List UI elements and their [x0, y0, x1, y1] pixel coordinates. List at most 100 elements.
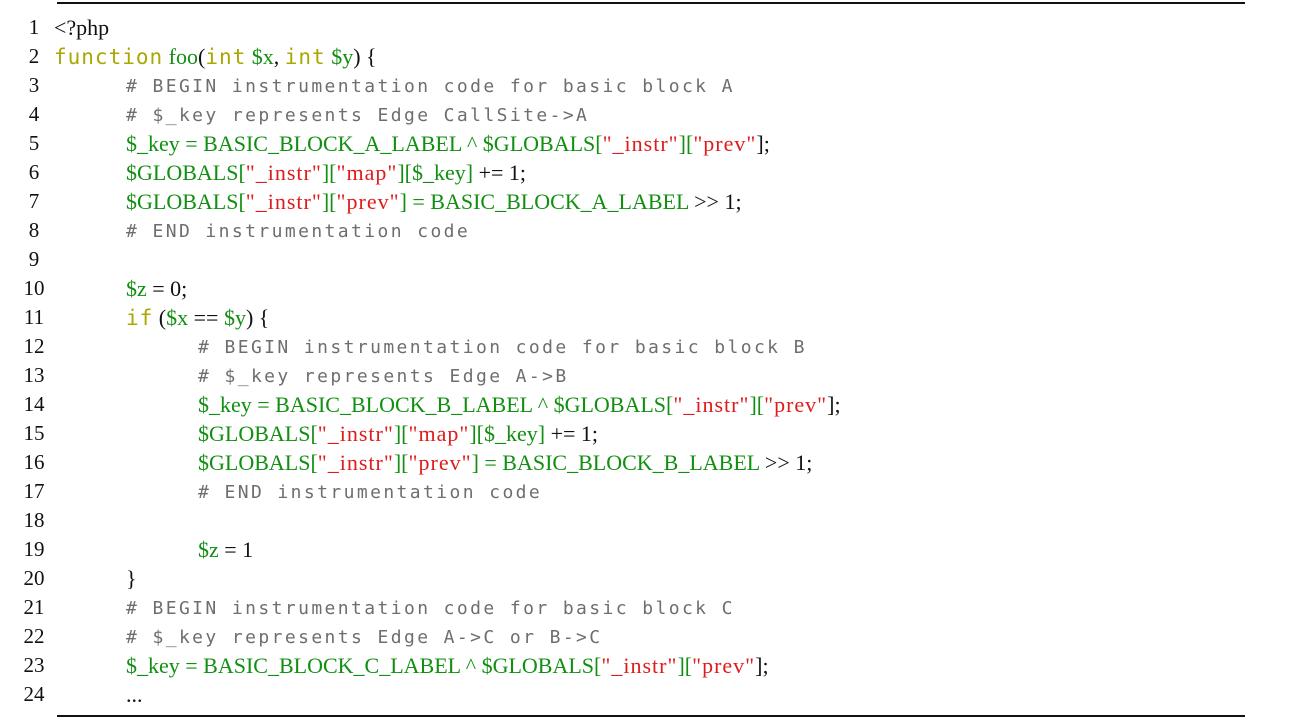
line-number: 1 — [28, 15, 40, 39]
string-token: "prev" — [336, 188, 400, 214]
code-line: 2 function foo(int $x, int $y) { — [18, 42, 841, 71]
code-token: ) { — [245, 304, 270, 330]
code-line: 17 # END instrumentation code — [18, 477, 841, 506]
string-token: "_instr" — [673, 391, 750, 417]
variable-token: $_key = BASIC_BLOCK_C_LABEL ^ $GLOBALS[ — [126, 652, 602, 678]
code-line: 14 $_key = BASIC_BLOCK_B_LABEL ^ $GLOBALS… — [18, 390, 841, 419]
comment-token: # END instrumentation code — [198, 481, 543, 503]
line-number: 21 — [23, 595, 45, 619]
code-text: } — [122, 564, 137, 594]
code-token: += 1; — [473, 159, 527, 185]
string-token: "_instr" — [317, 449, 394, 475]
code-token: ... — [126, 681, 143, 707]
code-text: # END instrumentation code — [194, 477, 542, 507]
line-number: 6 — [28, 160, 40, 184]
line-number: 22 — [23, 624, 45, 648]
code-text: # BEGIN instrumentation code for basic b… — [122, 593, 735, 623]
comment-token: # BEGIN instrumentation code for basic b… — [126, 75, 735, 97]
line-number: 24 — [23, 682, 45, 706]
code-line: 4 # $_key represents Edge CallSite->A — [18, 100, 841, 129]
line-number: 12 — [23, 334, 45, 358]
code-text: # $_key represents Edge A->B — [194, 361, 569, 391]
code-text: function foo(int $x, int $y) { — [50, 42, 377, 72]
code-text: $GLOBALS["_instr"]["map"][$_key] += 1; — [194, 419, 598, 449]
line-number: 8 — [28, 218, 40, 242]
code-token: >> 1; — [688, 188, 742, 214]
comment-token: # END instrumentation code — [126, 220, 471, 242]
code-token: += 1; — [545, 420, 599, 446]
code-token: <?php — [54, 14, 110, 40]
code-line: 16 $GLOBALS["_instr"]["prev"] = BASIC_BLO… — [18, 448, 841, 477]
line-number: 5 — [28, 131, 40, 155]
code-token: } — [126, 565, 137, 591]
code-line: 24... — [18, 680, 841, 709]
comment-token: # $_key represents Edge CallSite->A — [126, 104, 590, 126]
code-line: 3 # BEGIN instrumentation code for basic … — [18, 71, 841, 100]
code-token: ]; — [755, 652, 769, 678]
code-line: 10 $z = 0; — [18, 274, 841, 303]
code-text: $_key = BASIC_BLOCK_C_LABEL ^ $GLOBALS[ "… — [122, 651, 769, 681]
line-number: 7 — [28, 189, 40, 213]
code-token: ]; — [756, 130, 770, 156]
variable-token: ][ — [749, 391, 765, 417]
line-number: 14 — [23, 392, 45, 416]
code-line: 5 $_key = BASIC_BLOCK_A_LABEL ^ $GLOBALS[… — [18, 129, 841, 158]
comment-token: # $_key represents Edge A->C or B->C — [126, 626, 603, 648]
code-text: # $_key represents Edge A->C or B->C — [122, 622, 603, 652]
line-number: 11 — [23, 305, 45, 329]
line-number: 3 — [28, 73, 40, 97]
code-line: 7 $GLOBALS["_instr"]["prev"] = BASIC_BLOC… — [18, 187, 841, 216]
variable-token: $GLOBALS[ — [198, 420, 318, 446]
line-number: 9 — [28, 247, 40, 271]
variable-token: ][ — [393, 449, 409, 475]
code-line: 18 — [18, 506, 841, 535]
code-token: ( — [153, 304, 167, 330]
string-token: "prev" — [764, 391, 828, 417]
code-line: 22 # $_key represents Edge A->C or B->C — [18, 622, 841, 651]
line-number: 16 — [23, 450, 45, 474]
keyword-token: int — [284, 44, 326, 69]
code-token: = 1 — [218, 536, 254, 562]
code-text: $z = 1 — [194, 535, 253, 565]
code-token: , — [273, 43, 285, 69]
line-number: 23 — [23, 653, 45, 677]
variable-token: $GLOBALS[ — [126, 188, 246, 214]
comment-token: # BEGIN instrumentation code for basic b… — [126, 597, 735, 619]
code-text: # BEGIN instrumentation code for basic b… — [194, 332, 807, 362]
line-number: 17 — [23, 479, 45, 503]
variable-token: ][ — [677, 652, 693, 678]
variable-token: $_key = BASIC_BLOCK_B_LABEL ^ $GLOBALS[ — [198, 391, 674, 417]
variable-token: foo — [168, 43, 198, 69]
line-number: 2 — [28, 44, 40, 68]
top-rule — [57, 2, 1245, 4]
code-text: $_key = BASIC_BLOCK_A_LABEL ^ $GLOBALS["… — [122, 129, 770, 159]
string-token: "_instr" — [245, 159, 322, 185]
code-text: $GLOBALS["_instr"]["prev"] = BASIC_BLOCK… — [122, 187, 742, 217]
code-token: ]; — [827, 391, 841, 417]
line-number: 15 — [23, 421, 45, 445]
variable-token: $x — [251, 43, 274, 69]
variable-token: ] = BASIC_BLOCK_B_LABEL — [471, 449, 760, 475]
code-line: 23 $_key = BASIC_BLOCK_C_LABEL ^ $GLOBALS… — [18, 651, 841, 680]
bottom-rule — [57, 715, 1245, 717]
variable-token: $y — [331, 43, 354, 69]
comment-token: # BEGIN instrumentation code for basic b… — [198, 336, 807, 358]
code-line: 11 if ($x == $y) { — [18, 303, 841, 332]
code-line: 12 # BEGIN instrumentation code for basic… — [18, 332, 841, 361]
string-token: "_instr" — [602, 130, 679, 156]
line-number: 19 — [23, 537, 45, 561]
code-text: if ($x == $y) { — [122, 303, 269, 333]
variable-token: ][$_key] — [469, 420, 546, 446]
variable-token: $y — [223, 304, 246, 330]
line-number: 13 — [23, 363, 45, 387]
string-token: "prev" — [692, 652, 756, 678]
code-text: ... — [122, 680, 143, 710]
string-token: "prev" — [693, 130, 757, 156]
variable-token: ][ — [321, 188, 337, 214]
variable-token: $z — [198, 536, 219, 562]
code-listing: 1 <?php 2 function foo(int $x, int $y) { 3 # … — [18, 13, 841, 709]
variable-token: ] = BASIC_BLOCK_A_LABEL — [399, 188, 689, 214]
code-line: 19 $z = 1 — [18, 535, 841, 564]
code-token: == — [188, 304, 224, 330]
comment-token: # $_key represents Edge A->B — [198, 365, 569, 387]
